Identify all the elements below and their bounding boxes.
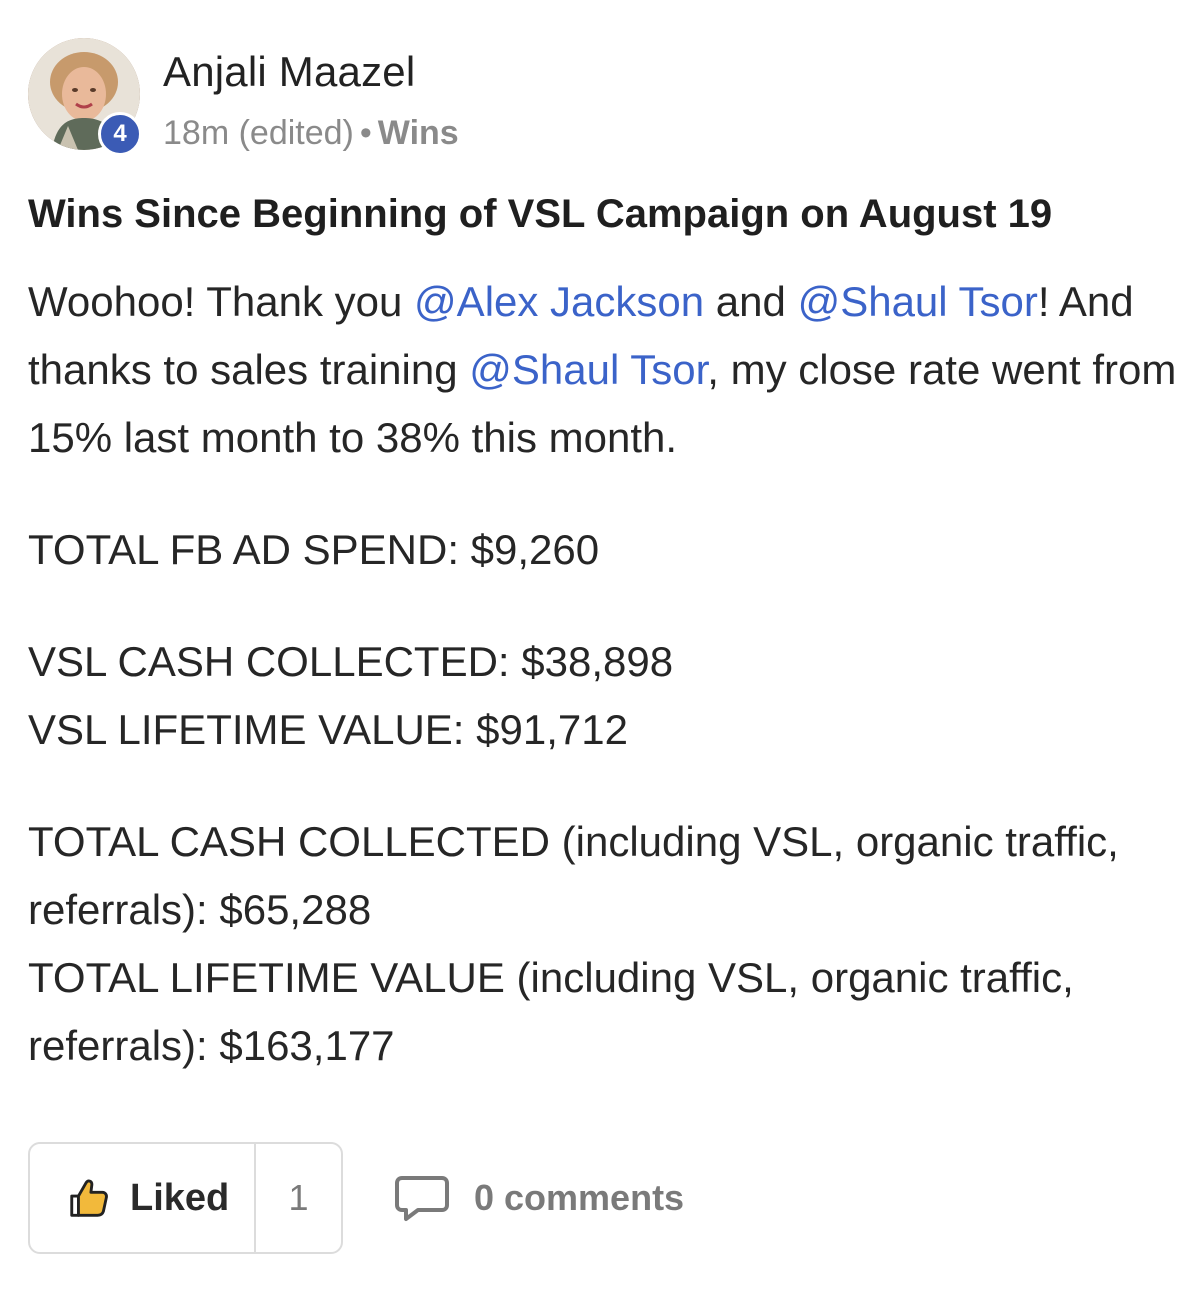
vsl-ltv-line: VSL LIFETIME VALUE: $91,712 xyxy=(28,706,628,753)
like-button[interactable]: Liked xyxy=(30,1144,256,1252)
author-avatar-wrap[interactable]: 4 xyxy=(28,38,142,156)
post-body: Woohoo! Thank you @Alex Jackson and @Sha… xyxy=(28,268,1178,1080)
like-label: Liked xyxy=(130,1176,230,1219)
post-meta: 18m (edited) • Wins xyxy=(163,114,459,153)
like-control: Liked 1 xyxy=(28,1142,343,1254)
level-badge: 4 xyxy=(98,112,142,156)
total-cash-line: TOTAL CASH COLLECTED (including VSL, org… xyxy=(28,818,1119,933)
post-card: 4 Anjali Maazel 18m (edited) • Wins Wins S… xyxy=(0,0,1200,1294)
comments-button[interactable]: 0 comments xyxy=(394,1172,684,1224)
body-paragraph-thanks: Woohoo! Thank you @Alex Jackson and @Sha… xyxy=(28,268,1178,472)
like-count[interactable]: 1 xyxy=(256,1177,341,1219)
fb-ad-spend-line: TOTAL FB AD SPEND: $9,260 xyxy=(28,526,600,573)
mention-link[interactable]: @Alex Jackson xyxy=(414,278,704,325)
post-time: 18m (edited) xyxy=(163,114,354,152)
body-text: Woohoo! Thank you xyxy=(28,278,415,325)
mention-link[interactable]: @Shaul Tsor xyxy=(798,278,1038,325)
body-text: and xyxy=(704,278,798,325)
meta-separator: • xyxy=(359,114,372,152)
comments-label: 0 comments xyxy=(474,1177,685,1218)
speech-bubble-icon xyxy=(395,1176,449,1221)
post-category[interactable]: Wins xyxy=(378,114,459,152)
thumbs-up-icon xyxy=(70,1179,108,1217)
total-ltv-line: TOTAL LIFETIME VALUE (including VSL, org… xyxy=(28,954,1074,1069)
mention-link[interactable]: @Shaul Tsor xyxy=(469,346,707,393)
author-name[interactable]: Anjali Maazel xyxy=(163,48,415,96)
vsl-cash-line: VSL CASH COLLECTED: $38,898 xyxy=(28,638,674,685)
post-title: Wins Since Beginning of VSL Campaign on … xyxy=(28,192,1053,236)
